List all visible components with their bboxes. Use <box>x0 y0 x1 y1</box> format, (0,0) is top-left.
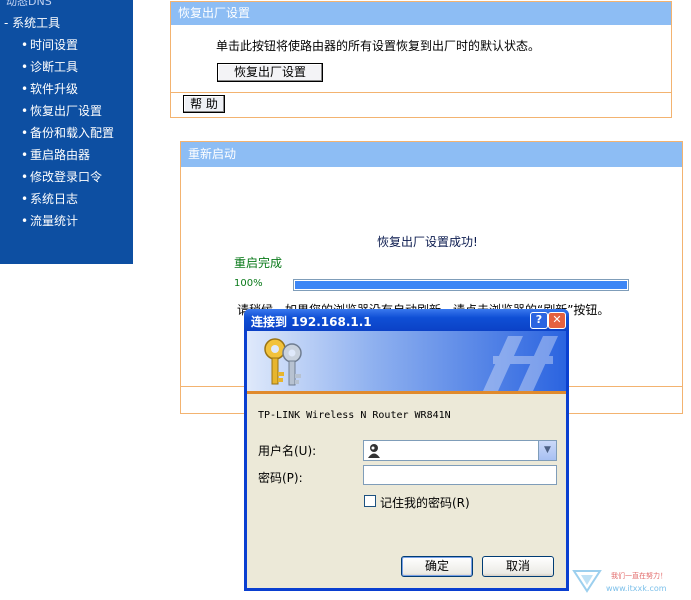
sidebar-items: • 时间设置 • 诊断工具 • 软件升级 • 恢复出厂设置 • 备份和载入配置 • 重启路由… <box>0 36 114 234</box>
device-name: TP-LINK Wireless N Router WR841N <box>258 410 451 421</box>
sidebar-item-label: 时间设置 <box>30 38 79 52</box>
sidebar-item-factory-reset[interactable]: • 恢复出厂设置 <box>0 102 114 124</box>
sidebar-group-system-tools[interactable]: - 系统工具 <box>4 14 60 31</box>
panel-divider <box>171 92 671 93</box>
username-input[interactable]: ▼ <box>363 440 557 461</box>
sidebar-item-label: 修改登录口令 <box>30 170 103 184</box>
remember-password-label[interactable]: 记住我的密码(R) <box>380 494 470 511</box>
cancel-button[interactable]: 取消 <box>482 556 554 577</box>
help-icon[interactable]: ? <box>530 312 548 329</box>
sidebar-item-traffic-stats[interactable]: • 流量统计 <box>0 212 114 234</box>
bullet-icon: • <box>21 192 29 206</box>
dialog-body: TP-LINK Wireless N Router WR841N 用户名(U):… <box>247 331 566 588</box>
sidebar-item-system-log[interactable]: • 系统日志 <box>0 190 114 212</box>
site-logo-icon <box>572 570 602 593</box>
keys-icon <box>264 338 302 386</box>
progress-bar <box>293 279 629 291</box>
dialog-title: 连接到 192.168.1.1 <box>251 315 372 329</box>
sidebar-item-diagnostics[interactable]: • 诊断工具 <box>0 58 114 80</box>
sidebar-item-label: 备份和载入配置 <box>30 126 115 140</box>
close-icon[interactable]: ✕ <box>548 312 566 329</box>
progress-label: 100% <box>234 278 263 289</box>
panel-title: 恢复出厂设置 <box>171 2 671 25</box>
sidebar-item-label: 流量统计 <box>30 214 79 228</box>
sidebar-item-backup-restore[interactable]: • 备份和载入配置 <box>0 124 114 146</box>
factory-reset-button[interactable]: 恢复出厂设置 <box>217 63 323 82</box>
sidebar-item-label: 恢复出厂设置 <box>30 104 103 118</box>
bullet-icon: • <box>21 126 29 140</box>
dialog-banner <box>247 331 566 391</box>
password-label: 密码(P): <box>258 471 303 485</box>
sidebar-item-dynamic-dns[interactable]: 动态DNS <box>6 0 52 9</box>
factory-reset-description: 单击此按钮将使路由器的所有设置恢复到出厂时的默认状态。 <box>216 39 541 53</box>
sidebar-item-label: 重启路由器 <box>30 148 91 162</box>
remember-password-checkbox[interactable] <box>364 495 376 507</box>
sidebar-item-label: 软件升级 <box>30 82 79 96</box>
progress-bar-fill <box>295 281 627 289</box>
reboot-status: 重启完成 <box>234 256 283 270</box>
bullet-icon: • <box>21 148 29 162</box>
panel-title: 重新启动 <box>181 142 682 167</box>
banner-divider <box>247 391 566 394</box>
ok-button[interactable]: 确定 <box>401 556 473 577</box>
bullet-icon: • <box>21 170 29 184</box>
sidebar-item-change-password[interactable]: • 修改登录口令 <box>0 168 114 190</box>
password-input[interactable] <box>363 465 557 485</box>
sidebar-item-firmware-upgrade[interactable]: • 软件升级 <box>0 80 114 102</box>
network-watermark-icon <box>483 336 558 391</box>
bullet-icon: • <box>21 214 29 228</box>
sidebar-item-reboot[interactable]: • 重启路由器 <box>0 146 114 168</box>
chevron-down-icon[interactable]: ▼ <box>538 441 556 460</box>
bullet-icon: • <box>21 60 29 74</box>
success-message: 恢复出厂设置成功! <box>377 235 478 249</box>
login-dialog: 连接到 192.168.1.1 ? ✕ TP-LINK Wireless N R… <box>244 309 569 591</box>
group-collapse-marker: - <box>4 16 9 30</box>
help-button[interactable]: 帮 助 <box>183 95 225 113</box>
sidebar-item-label: 系统日志 <box>30 192 79 206</box>
username-label: 用户名(U): <box>258 444 317 458</box>
sidebar-menu: 动态DNS - 系统工具 • 时间设置 • 诊断工具 • 软件升级 • 恢复出厂设置 •… <box>0 0 133 264</box>
factory-reset-panel: 恢复出厂设置 单击此按钮将使路由器的所有设置恢复到出厂时的默认状态。 恢复出厂设… <box>170 1 672 118</box>
site-slogan: 我们一直在努力！ <box>611 572 667 580</box>
sidebar-group-label: 系统工具 <box>12 16 61 30</box>
bullet-icon: • <box>21 104 29 118</box>
user-icon <box>368 444 380 458</box>
site-url: www.itxxk.com <box>606 584 667 593</box>
bullet-icon: • <box>21 82 29 96</box>
sidebar-item-time-settings[interactable]: • 时间设置 <box>0 36 114 58</box>
sidebar-item-label: 诊断工具 <box>30 60 79 74</box>
bullet-icon: • <box>21 38 29 52</box>
dialog-title-bar[interactable]: 连接到 192.168.1.1 ? ✕ <box>244 309 569 331</box>
